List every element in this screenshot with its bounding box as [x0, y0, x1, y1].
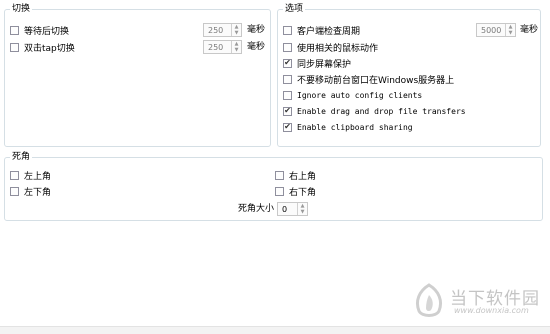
check-interval-checkbox[interactable] [283, 25, 292, 35]
bottom-right-corner-label: 右下角 [289, 187, 317, 198]
options-group-title: 选项 [283, 3, 306, 16]
corner-size-spinner[interactable]: 0 ▲ ▼ [277, 202, 308, 216]
top-left-corner-checkbox[interactable] [10, 170, 19, 180]
drag-drop-checkbox[interactable]: ✔ [283, 106, 292, 116]
spin-down-icon[interactable]: ▼ [235, 30, 239, 36]
sync-screensaver-row: ✔ 同步屏幕保护 [283, 56, 351, 70]
dead-corners-group: 死角 左上角 右上角 左下角 右下角 死角大小 0 ▲ ▼ [4, 151, 543, 221]
dead-corners-group-title: 死角 [10, 151, 33, 164]
clipboard-sharing-row: ✔ Enable clipboard sharing [283, 120, 413, 134]
sync-screensaver-checkbox[interactable]: ✔ [283, 58, 292, 68]
wait-switch-checkbox[interactable] [10, 25, 19, 35]
bottom-left-corner-row: 左下角 [10, 184, 51, 198]
no-move-foreground-checkbox[interactable] [283, 74, 292, 84]
clipboard-sharing-checkbox[interactable]: ✔ [283, 122, 292, 132]
downxia-logo-icon [415, 283, 443, 317]
check-interval-row: 客户端检查周期 [283, 23, 360, 37]
bottom-right-corner-checkbox[interactable] [275, 186, 284, 196]
spin-down-icon[interactable]: ▼ [509, 30, 513, 36]
no-move-foreground-label: 不要移动前台窗口在Windows服务器上 [297, 75, 455, 86]
bottom-right-corner-row: 右下角 [275, 184, 316, 198]
ignore-auto-config-row: Ignore auto config clients [283, 88, 422, 102]
drag-drop-row: ✔ Enable drag and drop file transfers [283, 104, 466, 118]
relative-mouse-checkbox[interactable] [283, 42, 292, 52]
check-interval-spinner[interactable]: 5000 ▲ ▼ [476, 23, 516, 37]
corner-size-value: 0 [282, 204, 288, 214]
bottom-left-corner-checkbox[interactable] [10, 186, 19, 196]
top-left-corner-row: 左上角 [10, 168, 51, 182]
watermark-url: www.downxia.com [454, 306, 529, 315]
double-tap-label: 双击tap切换 [24, 43, 75, 54]
ignore-auto-config-checkbox[interactable] [283, 90, 292, 100]
check-interval-value: 5000 [481, 25, 502, 35]
drag-drop-label: Enable drag and drop file transfers [297, 106, 466, 116]
double-tap-row: 双击tap切换 [10, 40, 75, 54]
no-move-foreground-row: 不要移动前台窗口在Windows服务器上 [283, 72, 454, 86]
double-tap-delay-spinner[interactable]: 250 ▲ ▼ [203, 40, 242, 54]
double-tap-unit: 毫秒 [247, 42, 266, 52]
top-left-corner-label: 左上角 [24, 171, 52, 182]
relative-mouse-label: 使用相关的鼠标动作 [297, 43, 379, 54]
sync-screensaver-label: 同步屏幕保护 [297, 59, 352, 70]
wait-switch-delay-spinner[interactable]: 250 ▲ ▼ [203, 23, 242, 37]
clipboard-sharing-label: Enable clipboard sharing [297, 122, 413, 132]
spin-down-icon[interactable]: ▼ [235, 47, 239, 53]
wait-switch-unit: 毫秒 [247, 25, 266, 35]
switching-group: 切换 等待后切换 250 ▲ ▼ 毫秒 双击tap切换 250 ▲ ▼ 毫秒 [4, 3, 271, 147]
options-group: 选项 客户端检查周期 5000 ▲ ▼ 毫秒 使用相关的鼠标动作 ✔ 同步屏幕保… [277, 3, 541, 147]
double-tap-checkbox[interactable] [10, 42, 19, 52]
checkmark-icon: ✔ [284, 122, 291, 131]
check-interval-unit: 毫秒 [520, 25, 539, 35]
relative-mouse-row: 使用相关的鼠标动作 [283, 40, 378, 54]
bottom-left-corner-label: 左下角 [24, 187, 52, 198]
top-right-corner-row: 右上角 [275, 168, 316, 182]
ignore-auto-config-label: Ignore auto config clients [297, 90, 423, 100]
check-interval-label: 客户端检查周期 [297, 26, 361, 37]
top-right-corner-checkbox[interactable] [275, 170, 284, 180]
checkmark-icon: ✔ [284, 58, 291, 67]
top-right-corner-label: 右上角 [289, 171, 317, 182]
wait-switch-row: 等待后切换 [10, 23, 69, 37]
switching-group-title: 切换 [10, 3, 33, 16]
spin-down-icon[interactable]: ▼ [301, 209, 305, 215]
corner-size-label: 死角大小 [238, 204, 275, 214]
double-tap-delay-value: 250 [208, 42, 224, 52]
wait-switch-label: 等待后切换 [24, 26, 70, 37]
downxia-watermark: 当下软件园 www.downxia.com [410, 281, 542, 323]
wait-switch-delay-value: 250 [208, 25, 224, 35]
checkmark-icon: ✔ [284, 106, 291, 115]
